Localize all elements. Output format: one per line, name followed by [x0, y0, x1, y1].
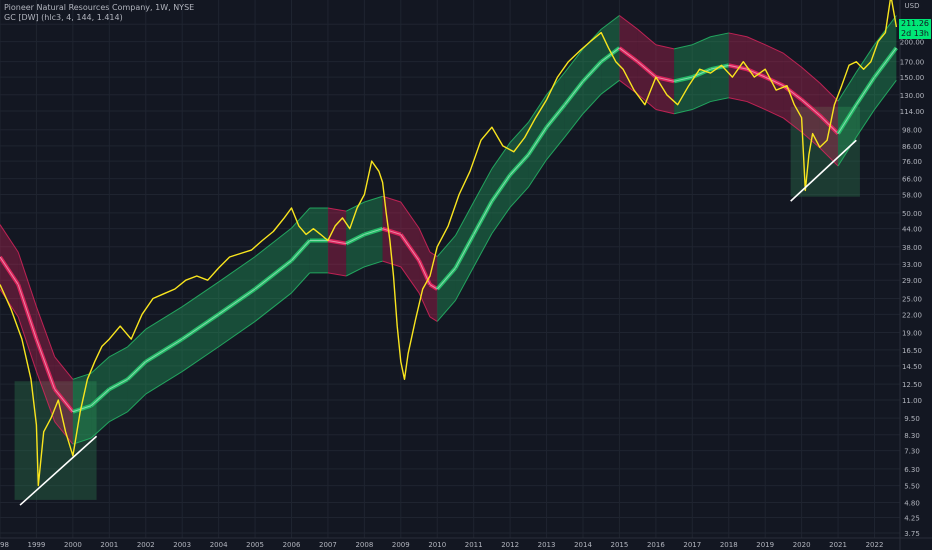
- x-tick-label: 2009: [392, 541, 410, 549]
- y-tick-label: 11.00: [902, 397, 922, 405]
- x-tick-label: 2015: [611, 541, 629, 549]
- y-tick-label: 44.00: [902, 226, 922, 234]
- y-tick-label: 9.50: [904, 415, 920, 423]
- x-tick-label: 2007: [319, 541, 337, 549]
- y-tick-label: 5.50: [904, 483, 920, 491]
- indicator-label: GC [DW] (hlc3, 4, 144, 1.414): [4, 13, 123, 22]
- x-tick-label: 2011: [465, 541, 483, 549]
- y-tick-label: 66.00: [902, 176, 922, 184]
- x-tick-label: 2019: [756, 541, 774, 549]
- y-tick-label: 98.00: [902, 127, 922, 135]
- chart-title: Pioneer Natural Resources Company, 1W, N…: [4, 3, 195, 12]
- y-tick-label: 200.00: [900, 39, 925, 47]
- last-price-tag: 211.26: [899, 19, 931, 29]
- y-tick-label: 3.75: [904, 530, 920, 538]
- y-tick-label: 4.80: [904, 499, 920, 507]
- x-tick-label: 2022: [866, 541, 884, 549]
- currency-label: USD: [905, 2, 920, 10]
- y-tick-label: 114.00: [900, 108, 925, 116]
- x-tick-label: 2001: [100, 541, 118, 549]
- x-tick-label: 2004: [210, 541, 228, 549]
- x-tick-label: 2008: [355, 541, 373, 549]
- y-tick-label: 22.00: [902, 311, 922, 319]
- x-tick-label: 2000: [64, 541, 82, 549]
- x-tick-label: 2005: [246, 541, 264, 549]
- x-tick-label: 1998: [0, 541, 9, 549]
- y-tick-label: 76.00: [902, 158, 922, 166]
- x-tick-label: 2013: [538, 541, 556, 549]
- y-tick-label: 16.50: [902, 347, 922, 355]
- y-tick-label: 29.00: [902, 277, 922, 285]
- x-tick-label: 2021: [829, 541, 847, 549]
- x-tick-label: 2002: [137, 541, 155, 549]
- x-tick-label: 2016: [647, 541, 665, 549]
- countdown-tag: 2d 13h: [899, 29, 931, 39]
- x-tick-label: 2010: [428, 541, 446, 549]
- y-tick-label: 150.00: [900, 74, 925, 82]
- x-tick-label: 1999: [28, 541, 46, 549]
- y-tick-label: 14.50: [902, 363, 922, 371]
- x-tick-label: 2014: [574, 541, 592, 549]
- y-tick-label: 12.50: [902, 381, 922, 389]
- y-tick-label: 4.25: [904, 514, 920, 522]
- chart: 3.75 4.25 4.80 5.50 6.30 7.30 8.30 9.50 11.00 12.…: [0, 0, 932, 550]
- y-tick-label: 130.00: [900, 92, 925, 100]
- y-tick-label: 8.30: [904, 432, 920, 440]
- y-tick-label: 58.00: [902, 192, 922, 200]
- x-tick-label: 2006: [283, 541, 301, 549]
- x-tick-label: 2012: [501, 541, 519, 549]
- x-tick-label: 2020: [793, 541, 811, 549]
- y-tick-label: 86.00: [902, 143, 922, 151]
- x-tick-label: 2003: [173, 541, 191, 549]
- y-tick-label: 7.30: [904, 448, 920, 456]
- y-tick-label: 25.00: [902, 296, 922, 304]
- y-tick-label: 19.00: [902, 329, 922, 337]
- y-tick-label: 6.30: [904, 466, 920, 474]
- y-tick-label: 38.00: [902, 244, 922, 252]
- y-tick-label: 50.00: [902, 210, 922, 218]
- y-tick-label: 33.00: [902, 261, 922, 269]
- y-tick-label: 170.00: [900, 59, 925, 67]
- x-tick-label: 2018: [720, 541, 738, 549]
- x-tick-label: 2017: [683, 541, 701, 549]
